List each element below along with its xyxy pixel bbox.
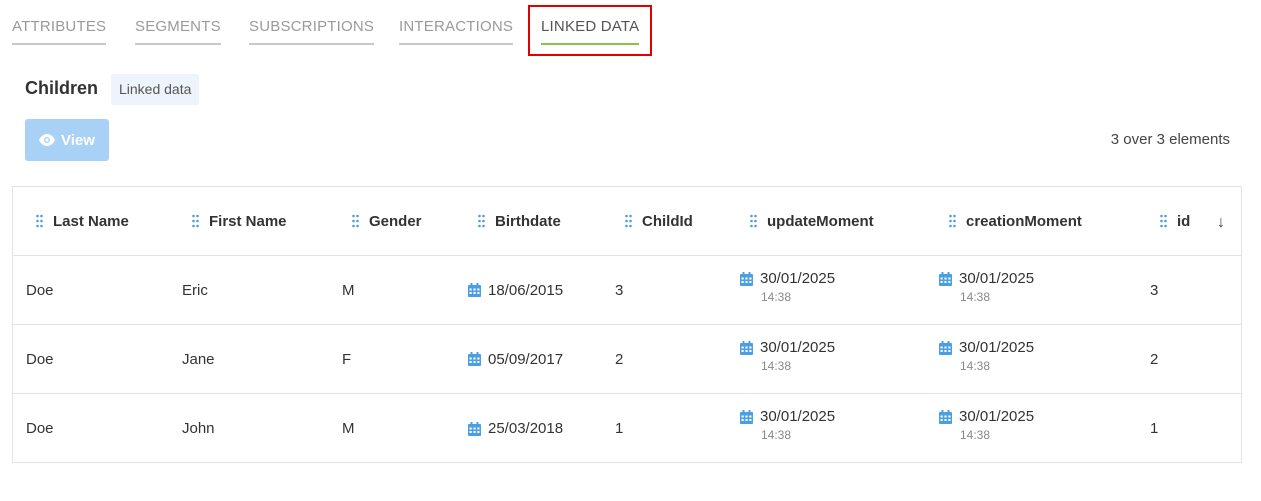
calendar-icon [939,340,952,355]
drag-handle-icon[interactable] [750,214,757,228]
cell-last-name: Doe [26,281,54,299]
calendar-icon [740,340,753,355]
column-header-birthdate[interactable]: Birthdate [478,187,561,255]
cell-childid: 2 [615,350,624,368]
cell-childid: 1 [615,420,624,437]
cell-last-name: Doe [26,420,54,437]
calendar-icon [939,409,952,424]
view-button-label: View [61,131,95,149]
calendar-icon [468,421,481,436]
cell-creation-moment: 30/01/2025 14:38 [939,270,1034,304]
eye-icon [39,134,56,146]
calendar-icon [740,409,753,424]
linked-data-table: Last Name First Name Gender Birthdate Ch… [12,186,1242,463]
cell-first-name: Jane [182,350,215,368]
view-button[interactable]: View [25,119,109,161]
cell-birthdate: 05/09/2017 [468,325,563,393]
cell-creation-moment: 30/01/2025 14:38 [939,408,1034,442]
active-tab-highlight [528,5,652,56]
cell-gender: M [342,281,355,299]
table-header-row: Last Name First Name Gender Birthdate Ch… [13,187,1241,256]
table-row[interactable]: Doe John M 25/03/2018 1 30/01/2025 14:38… [13,394,1241,463]
cell-update-moment: 30/01/2025 14:38 [740,408,835,442]
column-header-first-name[interactable]: First Name [192,187,287,255]
cell-last-name: Doe [26,350,54,368]
cell-id: 2 [1150,350,1159,368]
calendar-icon [939,271,952,286]
cell-update-moment: 30/01/2025 14:38 [740,270,835,304]
section-title: Children [25,78,99,98]
cell-gender: F [342,350,352,368]
cell-gender: M [342,420,355,437]
calendar-icon [468,283,481,297]
cell-first-name: Eric [182,281,208,299]
tab-interactions[interactable]: INTERACTIONS [399,18,514,45]
cell-creation-moment: 30/01/2025 14:38 [939,339,1034,373]
arrow-down-icon[interactable]: ↓ [1217,214,1225,232]
column-header-childid[interactable]: ChildId [625,187,693,255]
cell-birthdate: 25/03/2018 [468,394,563,463]
drag-handle-icon[interactable] [36,214,43,228]
element-count: 3 over 3 elements [1110,131,1230,148]
linked-data-badge: Linked data [111,74,200,105]
drag-handle-icon[interactable] [478,214,485,228]
cell-update-moment: 30/01/2025 14:38 [740,339,835,373]
cell-id: 3 [1150,281,1159,299]
column-header-gender[interactable]: Gender [352,187,422,255]
cell-childid: 3 [615,281,624,299]
table-row[interactable]: Doe Jane F 05/09/2017 2 30/01/2025 14:38… [13,325,1241,394]
tab-attributes[interactable]: ATTRIBUTES [12,18,107,45]
drag-handle-icon[interactable] [625,214,632,228]
column-header-last-name[interactable]: Last Name [36,187,129,255]
tab-segments[interactable]: SEGMENTS [135,18,221,45]
drag-handle-icon[interactable] [192,214,199,228]
cell-first-name: John [182,420,215,437]
drag-handle-icon[interactable] [1160,214,1167,228]
column-header-id[interactable]: id [1160,187,1190,255]
drag-handle-icon[interactable] [949,214,956,228]
column-header-creation-moment[interactable]: creationMoment [949,187,1082,255]
cell-birthdate: 18/06/2015 [468,256,563,324]
cell-id: 1 [1150,420,1159,437]
calendar-icon [740,271,753,286]
calendar-icon [468,352,481,366]
table-row[interactable]: Doe Eric M 18/06/2015 3 30/01/2025 14:38… [13,256,1241,325]
tab-subscriptions[interactable]: SUBSCRIPTIONS [249,18,375,45]
column-header-update-moment[interactable]: updateMoment [750,187,874,255]
drag-handle-icon[interactable] [352,214,359,228]
